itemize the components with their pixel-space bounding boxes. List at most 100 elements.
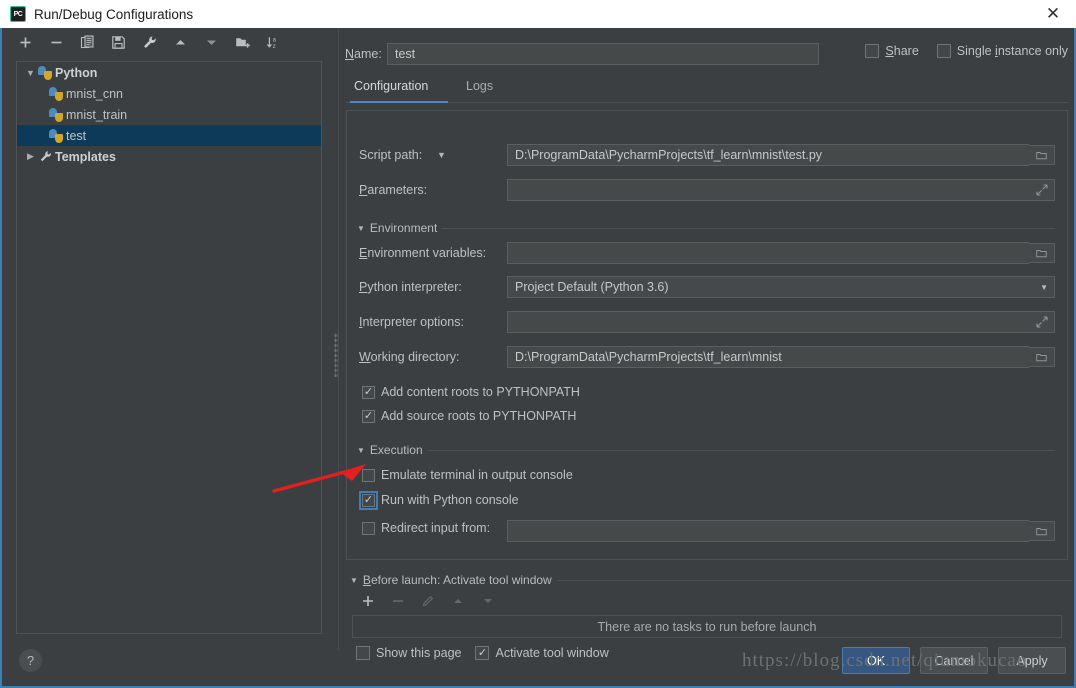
splitter-handle-icon[interactable] <box>334 333 338 377</box>
add-task-button[interactable] <box>360 593 376 609</box>
tab-logs[interactable]: Logs <box>466 76 493 105</box>
copy-configuration-button[interactable] <box>78 33 97 52</box>
run-with-python-console-checkbox[interactable]: Run with Python console <box>359 490 519 510</box>
chevron-down-icon[interactable]: ▼ <box>1040 283 1048 292</box>
folder-icon[interactable] <box>1029 145 1055 165</box>
remove-configuration-button[interactable] <box>47 33 66 52</box>
checkbox-box[interactable] <box>359 490 378 510</box>
add-content-roots-label: Add content roots to PYTHONPATH <box>381 385 580 399</box>
script-path-field-wrap: D:\ProgramData\PycharmProjects\tf_learn\… <box>507 144 1055 166</box>
single-instance-checkbox-label: Single instance only <box>956 44 1068 58</box>
tree-node-templates[interactable]: ▶ Templates <box>17 146 321 167</box>
environment-variables-label: Environment variables: <box>359 246 487 260</box>
emulate-terminal-checkbox[interactable]: Emulate terminal in output console <box>362 468 573 482</box>
sort-az-icon[interactable]: a z <box>264 33 283 52</box>
wrench-icon[interactable] <box>140 33 159 52</box>
checkbox-box[interactable] <box>936 44 951 58</box>
checkbox-box[interactable] <box>362 521 375 535</box>
show-this-page-label: Show this page <box>376 646 462 660</box>
arrow-up-icon[interactable] <box>171 33 190 52</box>
share-checkbox-label: Share <box>885 44 919 58</box>
working-directory-field-wrap: D:\ProgramData\PycharmProjects\tf_learn\… <box>507 346 1055 368</box>
run-debug-configurations-dialog: PC Run/Debug Configurations ✕ a z ▼ Pyth… <box>0 0 1076 688</box>
expand-icon[interactable] <box>1032 312 1052 332</box>
add-content-roots-checkbox[interactable]: Add content roots to PYTHONPATH <box>362 385 580 399</box>
tree-node-label: Templates <box>55 149 116 164</box>
add-configuration-button[interactable] <box>16 33 35 52</box>
tree-node-mnist-train[interactable]: mnist_train <box>17 104 321 125</box>
script-path-input[interactable]: D:\ProgramData\PycharmProjects\tf_learn\… <box>507 144 1029 166</box>
working-directory-input[interactable]: D:\ProgramData\PycharmProjects\tf_learn\… <box>507 346 1029 368</box>
redirect-input-field-wrap <box>507 520 1055 542</box>
checkbox-box[interactable] <box>865 44 880 58</box>
expand-icon[interactable] <box>1032 180 1052 200</box>
pencil-icon[interactable] <box>420 593 436 609</box>
checkbox-box[interactable] <box>362 385 375 399</box>
add-source-roots-checkbox[interactable]: Add source roots to PYTHONPATH <box>362 409 576 423</box>
folder-icon[interactable] <box>1029 347 1055 367</box>
redirect-input-field[interactable] <box>507 520 1029 542</box>
checkbox-box[interactable] <box>362 409 375 423</box>
svg-text:a: a <box>272 37 276 43</box>
save-configuration-button[interactable] <box>109 33 128 52</box>
chevron-down-icon[interactable]: ▼ <box>437 150 446 160</box>
interpreter-options-label: Interpreter options: <box>359 315 464 329</box>
emulate-terminal-label: Emulate terminal in output console <box>381 468 573 482</box>
show-this-page-checkbox[interactable]: Show this page <box>356 646 461 660</box>
triangle-down-icon[interactable]: ▼ <box>357 446 365 455</box>
configurations-tree[interactable]: ▼ Python mnist_cnn mnist_train test ▶ Te… <box>16 61 322 634</box>
help-button[interactable]: ? <box>19 649 42 672</box>
folder-icon[interactable] <box>1029 521 1055 541</box>
group-divider <box>442 227 1055 229</box>
execution-group-header[interactable]: ▼ Execution <box>357 443 1055 457</box>
redirect-input-checkbox[interactable]: Redirect input from: <box>362 521 490 535</box>
checkbox-box[interactable] <box>356 646 370 660</box>
ok-button[interactable]: OK <box>842 647 910 674</box>
tab-active-indicator <box>350 101 448 103</box>
share-checkbox[interactable]: Share <box>865 44 919 58</box>
parameters-label: Parameters: <box>359 183 428 197</box>
new-folder-icon[interactable] <box>233 33 252 52</box>
configurations-panel: a z ▼ Python mnist_cnn mnist_train test … <box>2 28 332 686</box>
tree-node-test[interactable]: test <box>17 125 321 146</box>
triangle-down-icon[interactable]: ▼ <box>357 224 365 233</box>
arrow-down-icon[interactable] <box>202 33 221 52</box>
task-move-down-button[interactable] <box>480 593 496 609</box>
cancel-button[interactable]: Cancel <box>920 647 988 674</box>
tree-node-python[interactable]: ▼ Python <box>17 62 321 83</box>
environment-group-header[interactable]: ▼ Environment <box>357 221 1055 235</box>
tree-node-mnist-cnn[interactable]: mnist_cnn <box>17 83 321 104</box>
apply-button[interactable]: Apply <box>998 647 1066 674</box>
parameters-input[interactable] <box>507 179 1055 201</box>
panel-splitter[interactable] <box>332 28 340 686</box>
tree-node-label: Python <box>55 65 98 80</box>
activate-tool-window-checkbox[interactable]: Activate tool window <box>475 646 609 660</box>
top-checkbox-group: Share Single instance only <box>865 44 1068 58</box>
triangle-down-icon[interactable]: ▼ <box>350 576 358 585</box>
name-label: Name: <box>345 47 382 61</box>
execution-group-label: Execution <box>369 443 423 457</box>
editor-tabs: Configuration Logs <box>346 76 1068 103</box>
name-input[interactable]: test <box>387 43 819 65</box>
wrench-icon <box>38 150 52 164</box>
checkbox-box[interactable] <box>362 468 375 482</box>
triangle-down-icon[interactable]: ▼ <box>23 68 38 78</box>
before-launch-empty-text: There are no tasks to run before launch <box>352 615 1062 638</box>
interpreter-options-input[interactable] <box>507 311 1055 333</box>
single-instance-checkbox[interactable]: Single instance only <box>936 44 1068 58</box>
python-interpreter-select[interactable]: Project Default (Python 3.6) ▼ <box>507 276 1055 298</box>
add-source-roots-label: Add source roots to PYTHONPATH <box>381 409 577 423</box>
folder-icon[interactable] <box>1029 243 1055 263</box>
parameters-field-wrap <box>507 179 1055 201</box>
before-launch-header[interactable]: ▼ Before launch: Activate tool window <box>350 573 1072 587</box>
python-file-icon <box>49 86 63 101</box>
window-title: Run/Debug Configurations <box>34 6 194 22</box>
checkbox-box[interactable] <box>475 646 490 660</box>
tree-node-label: mnist_cnn <box>66 86 123 101</box>
environment-variables-input[interactable] <box>507 242 1029 264</box>
remove-task-button[interactable] <box>390 593 406 609</box>
triangle-right-icon[interactable]: ▶ <box>23 151 38 162</box>
close-icon[interactable]: ✕ <box>1030 0 1076 28</box>
pycharm-icon: PC <box>10 6 26 22</box>
task-move-up-button[interactable] <box>450 593 466 609</box>
